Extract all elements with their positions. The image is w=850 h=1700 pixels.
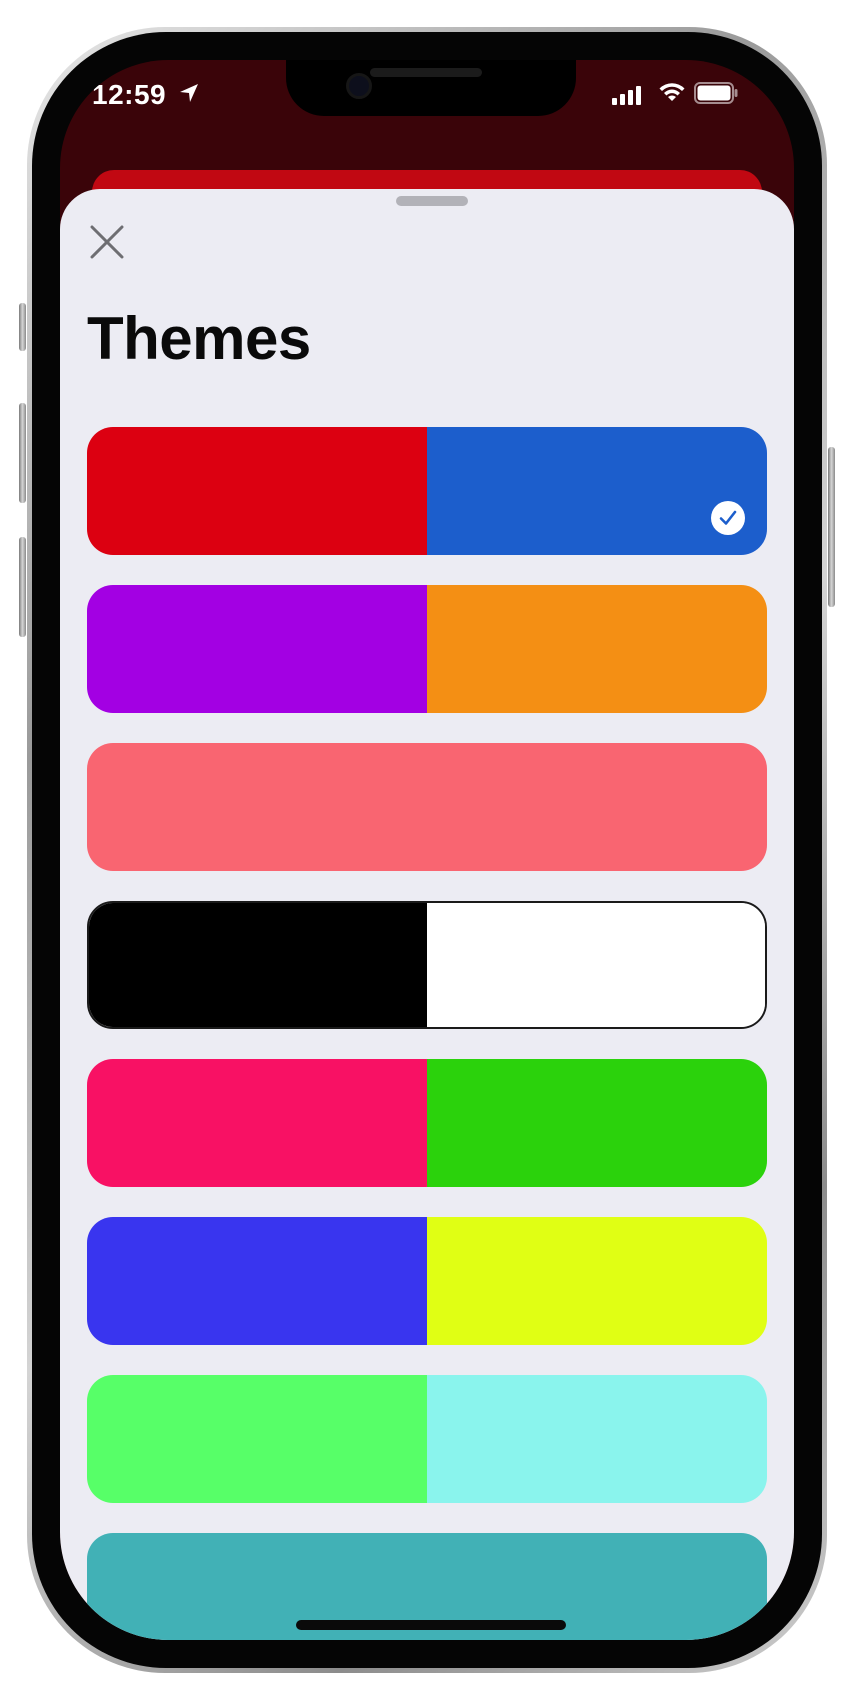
theme-primary-swatch [87,1059,427,1187]
theme-primary-swatch [87,1217,427,1345]
page-title: Themes [87,305,311,372]
theme-secondary-swatch [427,903,765,1027]
volume-down-button [19,537,26,637]
theme-secondary-swatch [427,427,767,555]
themes-sheet: Themes [60,189,794,1640]
front-camera [346,73,372,99]
status-time: 12:59 [92,79,167,110]
theme-secondary-swatch [427,743,767,871]
theme-secondary-swatch [427,1059,767,1187]
theme-option[interactable] [87,585,767,713]
location-arrow-icon [180,84,198,102]
screen: 12:59 Themes [60,60,794,1640]
theme-option[interactable] [87,1059,767,1187]
sheet-grabber[interactable] [396,196,468,206]
silent-switch [19,303,26,351]
selected-checkmark-icon [711,501,745,535]
theme-option[interactable] [87,1217,767,1345]
close-button[interactable] [84,219,130,265]
home-indicator[interactable] [296,1620,566,1630]
theme-list [87,427,767,1640]
theme-primary-swatch [87,585,427,713]
theme-primary-swatch [87,743,427,871]
theme-secondary-swatch [427,585,767,713]
theme-secondary-swatch [427,1375,767,1503]
theme-option[interactable] [87,901,767,1029]
close-icon [90,225,124,259]
earpiece-speaker [370,68,482,77]
wifi-icon [659,83,685,101]
theme-secondary-swatch [427,1217,767,1345]
volume-up-button [19,403,26,503]
battery-icon [694,82,738,104]
theme-option[interactable] [87,743,767,871]
power-button [828,447,835,607]
theme-option[interactable] [87,1375,767,1503]
theme-primary-swatch [87,427,427,555]
theme-primary-swatch [89,903,427,1027]
theme-primary-swatch [87,1375,427,1503]
theme-option[interactable] [87,427,767,555]
phone-frame: 12:59 Themes [19,27,835,1673]
cellular-signal-icon [612,86,641,105]
